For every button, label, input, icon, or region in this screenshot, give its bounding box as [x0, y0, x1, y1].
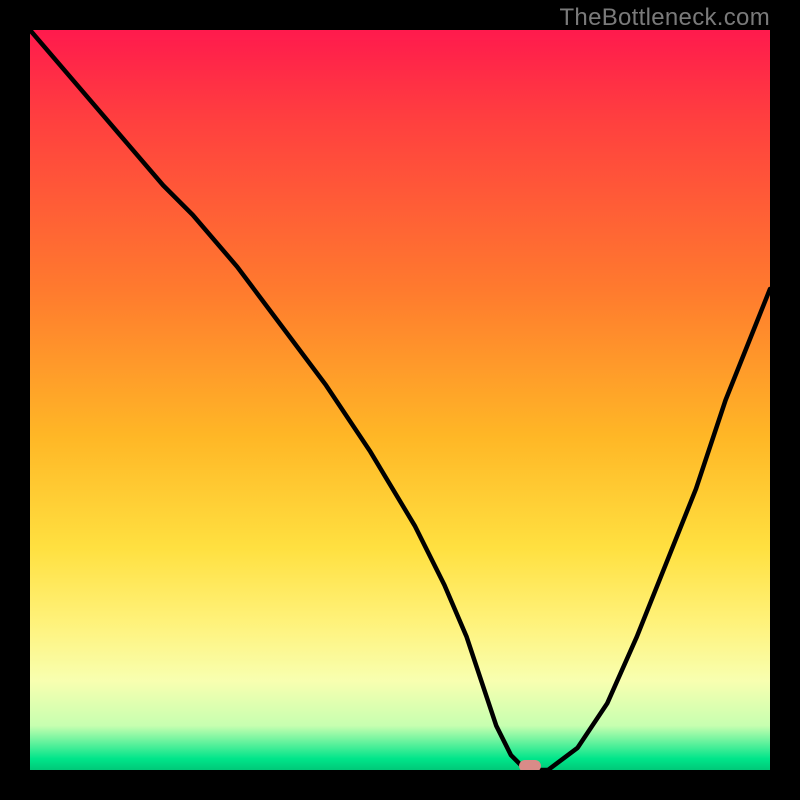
plot-area	[30, 30, 770, 770]
bottleneck-curve	[30, 30, 770, 770]
watermark-text: TheBottleneck.com	[559, 4, 770, 32]
chart-frame: TheBottleneck.com	[0, 0, 800, 800]
optimal-marker	[519, 760, 541, 770]
